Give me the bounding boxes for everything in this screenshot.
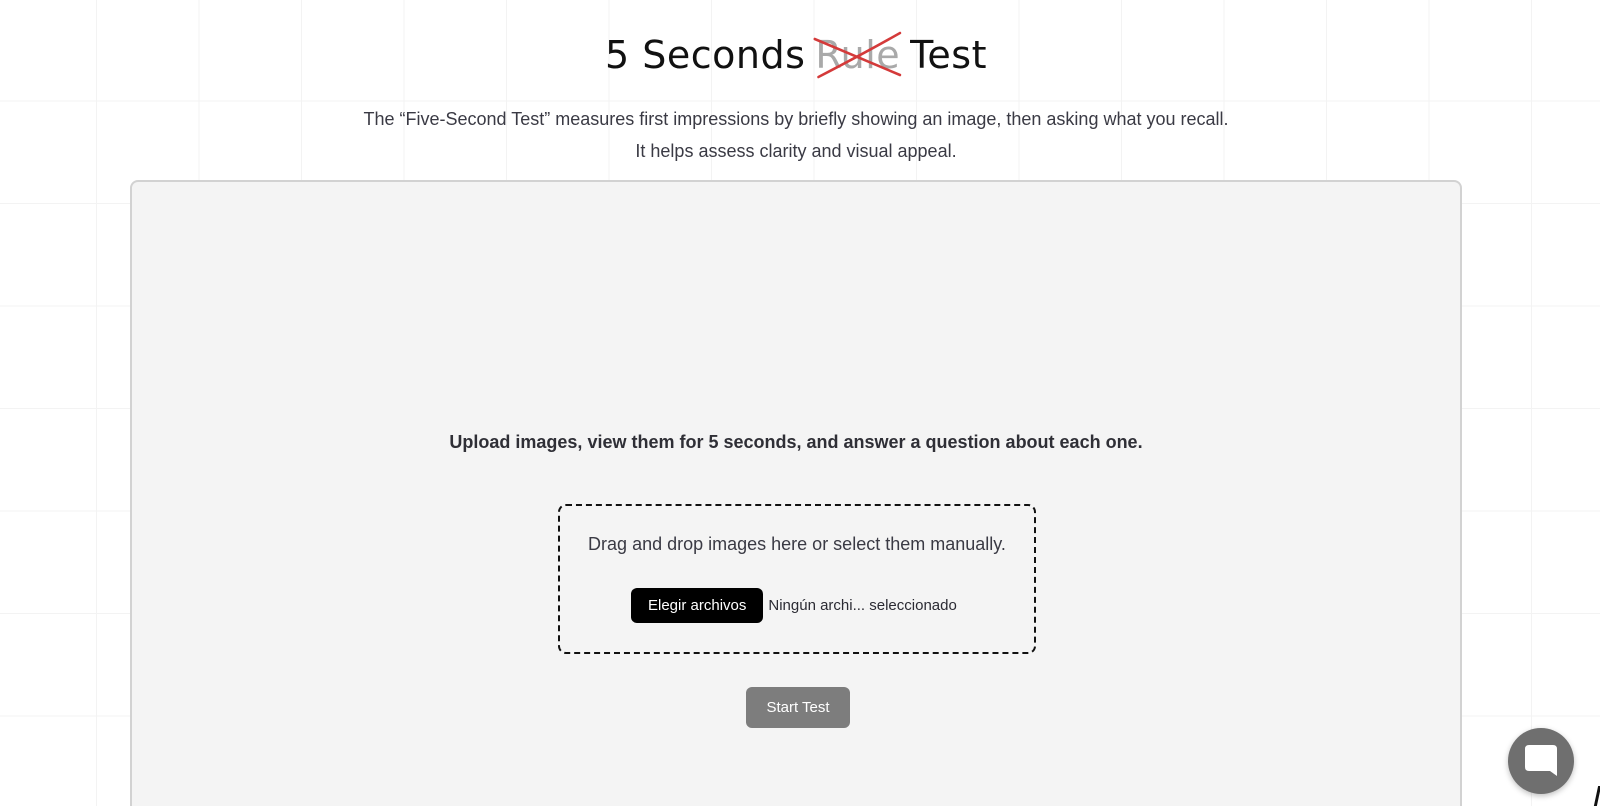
page-title: 5 Seconds Rule Test: [0, 27, 1592, 83]
file-input: Elegir archivos Ningún archi... seleccio…: [631, 588, 957, 623]
page-description: The “Five-Second Test” measures first im…: [363, 109, 1229, 161]
title-struck-text: Rule: [815, 33, 901, 78]
title-prefix: 5 Seconds: [605, 33, 806, 78]
chat-widget-button[interactable]: [1508, 728, 1574, 794]
instructions-text: Upload images, view them for 5 seconds, …: [449, 432, 1143, 452]
chat-bubble-icon: [1525, 745, 1557, 776]
test-panel: Upload images, view them for 5 seconds, …: [130, 180, 1462, 806]
title-suffix: Test: [910, 33, 987, 78]
edge-cursor-mark: [1593, 786, 1600, 806]
dropzone-text: Drag and drop images here or select them…: [588, 534, 1006, 554]
title-struck-word: Rule: [813, 27, 902, 83]
file-status-text: Ningún archi... seleccionado: [768, 597, 957, 614]
choose-files-button[interactable]: Elegir archivos: [631, 588, 764, 623]
image-dropzone[interactable]: Drag and drop images here or select them…: [558, 504, 1036, 654]
start-test-button[interactable]: Start Test: [746, 687, 850, 728]
